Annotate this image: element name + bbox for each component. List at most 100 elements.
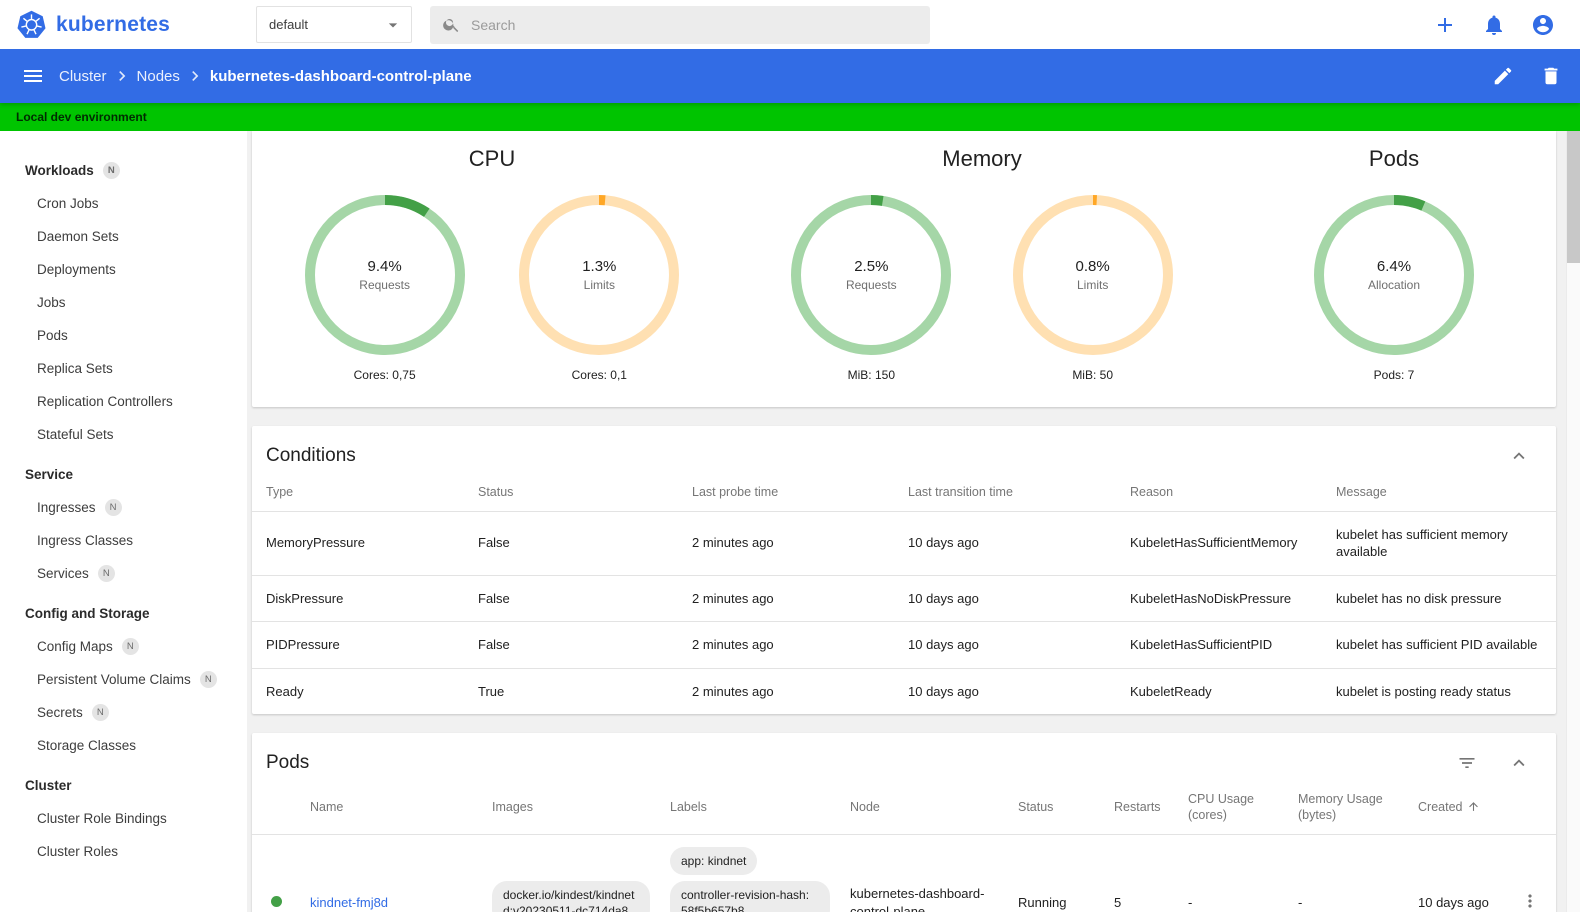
sidebar-item-secrets[interactable]: Secrets N [0,696,247,729]
delete-resource-button[interactable] [1539,64,1563,88]
sidebar-item-config-maps[interactable]: Config Maps N [0,630,247,663]
condition-message-cell: kubelet has no disk pressure [1322,575,1556,623]
pod-name-cell: kindnet-fmj8d [300,834,482,912]
gauge-cpu-requests: 9.4% Requests Cores: 0,75 [303,193,467,382]
sidebar-item-cron-jobs[interactable]: Cron Jobs [0,187,247,220]
menu-button[interactable] [13,56,53,96]
namespaced-badge: N [91,704,109,721]
gauge-percent: 0.8% [1075,258,1110,275]
sidebar-item-ingress-classes[interactable]: Ingress Classes [0,524,247,557]
sidebar-group-service[interactable]: Service [0,458,247,491]
sidebar-item-label: Cron Jobs [37,196,99,211]
trash-icon [1544,67,1558,85]
condition-reason-cell: KubeletHasSufficientPID [1116,621,1322,669]
column-header-status[interactable]: Status [1008,782,1104,835]
sidebar-section-service: Service Ingresses N Ingress Classes Serv… [0,458,247,590]
pod-name-link[interactable]: kindnet-fmj8d [310,895,388,910]
notifications-button[interactable] [1482,13,1506,37]
sidebar-item-label: Services [37,566,89,581]
sidebar-group-workloads[interactable]: Workloads N [0,154,247,187]
condition-message-cell: kubelet is posting ready status [1336,683,1511,699]
sidebar-item-services[interactable]: Services N [0,557,247,590]
sidebar-item-ingresses[interactable]: Ingresses N [0,491,247,524]
collapse-pods-button[interactable] [1508,752,1530,774]
chevron-right-icon [112,66,132,86]
gauge-memory-limits: 0.8% Limits MiB: 50 [1011,193,1175,382]
column-header-name[interactable]: Name [300,782,482,835]
condition-status-cell: False [464,621,678,669]
sidebar-group-config-and-storage[interactable]: Config and Storage [0,597,247,630]
vertical-scrollbar[interactable] [1566,131,1580,912]
sidebar-item-label: Replica Sets [37,361,113,376]
main-content: CPU 9.4% Requests Cores: 0,75 1.3% Limit… [247,131,1580,912]
column-header-images[interactable]: Images [482,782,660,835]
edit-resource-button[interactable] [1491,64,1515,88]
conditions-card: Conditions Type Status Last probe time L… [252,426,1556,715]
sidebar-item-cluster-role-bindings[interactable]: Cluster Role Bindings [0,802,247,835]
allocation-card: CPU 9.4% Requests Cores: 0,75 1.3% Limit… [252,131,1556,407]
collapse-conditions-button[interactable] [1508,445,1530,467]
conditions-title: Conditions [266,445,356,466]
breadcrumb-current: kubernetes-dashboard-control-plane [209,67,472,85]
main-layout: Workloads N Cron Jobs Daemon Sets Deploy… [0,131,1580,912]
sidebar-item-label: Persistent Volume Claims [37,672,191,687]
sidebar-item-persistent-volume-claims[interactable]: Persistent Volume Claims N [0,663,247,696]
column-header-cpu-usage[interactable]: CPU Usage (cores) [1178,782,1288,835]
column-header-restarts[interactable]: Restarts [1104,782,1178,835]
column-header-created-label: Created [1418,800,1463,815]
sidebar-section-workloads: Workloads N Cron Jobs Daemon Sets Deploy… [0,154,247,451]
filter-pods-button[interactable] [1456,752,1478,774]
sort-ascending-icon [1469,802,1479,812]
plus-icon [1438,17,1452,32]
search-bar [430,5,930,44]
sidebar-item-label: Pods [37,328,68,343]
sidebar-item-jobs[interactable]: Jobs [0,286,247,319]
column-header-node[interactable]: Node [840,782,1008,835]
gauge-group-title: Memory [942,146,1022,171]
column-header-labels[interactable]: Labels [660,782,840,835]
search-input[interactable] [471,16,918,33]
account-circle-icon [1533,14,1553,35]
sidebar-group-cluster[interactable]: Cluster [0,769,247,802]
gauge-caption: MiB: 150 [847,368,895,382]
sidebar-section-config-storage: Config and Storage Config Maps N Persist… [0,597,247,762]
column-header-created[interactable]: Created [1408,782,1504,835]
column-header-status-icon [252,782,300,835]
gauge-label: Requests [845,278,897,292]
breadcrumb-link-cluster[interactable]: Cluster [59,68,107,85]
kubernetes-home-link[interactable]: kubernetes [0,10,256,40]
sidebar-item-cluster-roles[interactable]: Cluster Roles [0,835,247,868]
condition-reason-cell: KubeletReady [1130,683,1212,699]
scrollbar-thumb[interactable] [1567,131,1580,263]
namespaced-badge: N [97,565,115,582]
label-chip: controller-revision-hash: 58f5b657b8 [670,880,830,912]
sidebar-item-pods[interactable]: Pods [0,319,247,352]
table-row: Ready True 2 minutes ago 10 days ago Kub… [252,668,1556,714]
column-header-memory-usage[interactable]: Memory Usage (bytes) [1288,782,1408,835]
gauge-percent: 9.4% [367,258,402,275]
sidebar-item-replication-controllers[interactable]: Replication Controllers [0,385,247,418]
sidebar-item-label: Cluster Roles [37,844,119,859]
environment-banner-text: Local dev environment [16,110,147,124]
sidebar-group-label: Service [25,467,74,482]
pods-title: Pods [266,752,310,774]
gauge-percent: 1.3% [582,258,617,275]
namespaced-badge: N [102,162,120,179]
pod-actions-cell[interactable] [1504,834,1556,912]
condition-message-cell: kubelet has sufficient PID available [1322,621,1556,669]
pod-cpu-usage-cell: - [1178,834,1288,912]
sidebar-item-deployments[interactable]: Deployments [0,253,247,286]
column-header-type: Type [252,475,464,512]
account-button[interactable] [1531,13,1555,37]
sidebar-group-label: Workloads [25,163,94,178]
breadcrumb-link-nodes[interactable]: Nodes [137,68,180,85]
sidebar-item-storage-classes[interactable]: Storage Classes [0,729,247,762]
namespace-selector[interactable]: default [256,6,412,43]
sidebar-item-stateful-sets[interactable]: Stateful Sets [0,418,247,451]
app-header: kubernetes default [0,0,1580,49]
sidebar-item-daemon-sets[interactable]: Daemon Sets [0,220,247,253]
sidebar-item-replica-sets[interactable]: Replica Sets [0,352,247,385]
gauge-label: Allocation [1367,278,1421,292]
header-actions [1433,13,1580,37]
create-resource-button[interactable] [1433,13,1457,37]
